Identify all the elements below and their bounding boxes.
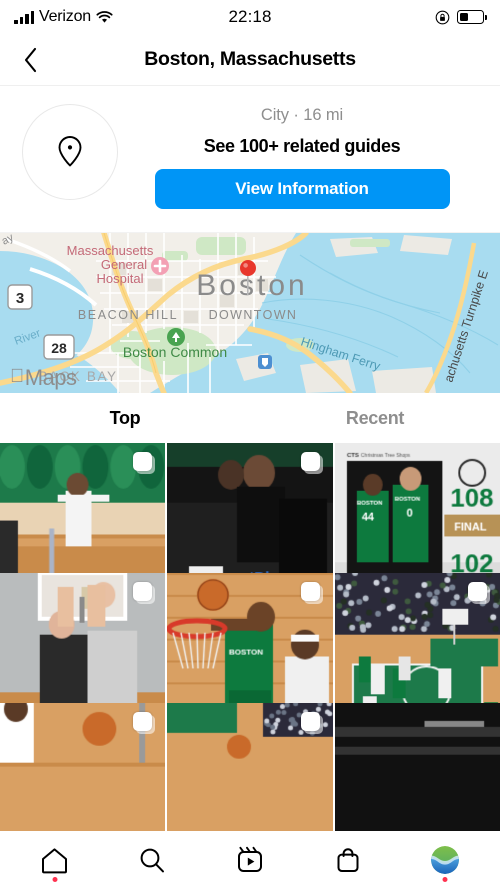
home-badge: [52, 877, 57, 882]
carousel-indicator-icon: [133, 582, 155, 604]
post-grid: [0, 443, 500, 831]
post-partial-court-bottom[interactable]: [167, 703, 332, 831]
content-tabs: Top Recent: [0, 393, 500, 443]
status-bar-right: [435, 10, 484, 25]
svg-text:BEACON HILL: BEACON HILL: [78, 308, 178, 322]
carousel-indicator-icon: [301, 582, 323, 604]
carousel-indicator-icon: [468, 582, 490, 604]
rotation-lock-icon: [435, 10, 450, 25]
map-canvas: 3 28 Massachusetts General Hospital Bost…: [0, 233, 500, 393]
hospital-cross-icon: [151, 257, 169, 275]
nav-search[interactable]: [124, 837, 180, 883]
svg-text:Boston Common: Boston Common: [123, 344, 227, 360]
route-shield-3: 3: [8, 285, 32, 309]
post-thumbnail: [335, 703, 500, 831]
svg-text:DOWNTOWN: DOWNTOWN: [209, 308, 298, 322]
shop-bag-icon: [334, 846, 362, 874]
carousel-indicator-icon: [133, 452, 155, 474]
search-icon: [138, 846, 166, 874]
nav-reels[interactable]: [222, 837, 278, 883]
location-meta: City · 16 mi: [261, 106, 343, 125]
location-details: City · 16 mi See 100+ related guides Vie…: [118, 104, 480, 209]
tab-recent[interactable]: Recent: [250, 393, 500, 443]
carousel-indicator-icon: [133, 712, 155, 734]
profile-avatar-icon: [431, 846, 459, 874]
svg-text:Hospital: Hospital: [97, 271, 144, 286]
nav-bar: Boston, Massachusetts: [0, 34, 500, 86]
nav-home[interactable]: [27, 837, 83, 883]
route-shield-28: 28: [44, 335, 74, 359]
post-partial-player-bottom[interactable]: [0, 703, 165, 831]
reels-icon: [236, 846, 264, 874]
svg-text:General: General: [101, 257, 147, 272]
map-preview[interactable]: 3 28 Massachusetts General Hospital Bost…: [0, 233, 500, 393]
instagram-location-page: Verizon 22:18 Boston, Massachusetts City…: [0, 0, 500, 889]
bottom-navigation: [0, 831, 500, 889]
tab-top[interactable]: Top: [0, 393, 250, 443]
location-avatar: [22, 104, 118, 200]
clock: 22:18: [0, 7, 500, 27]
back-button[interactable]: [8, 34, 54, 85]
view-information-button[interactable]: View Information: [155, 169, 450, 209]
home-icon: [40, 846, 69, 875]
svg-text:3: 3: [16, 290, 24, 307]
profile-badge: [443, 877, 448, 882]
page-title: Boston, Massachusetts: [0, 48, 500, 71]
battery-icon: [457, 10, 484, 24]
status-bar: Verizon 22:18: [0, 0, 500, 34]
svg-text:28: 28: [51, 340, 67, 356]
carousel-indicator-icon: [301, 452, 323, 474]
post-partial-dark-bottom[interactable]: [335, 703, 500, 831]
chevron-left-icon: [23, 47, 39, 73]
nav-profile[interactable]: [417, 837, 473, 883]
map-pin-icon: [53, 132, 87, 172]
carousel-indicator-icon: [301, 712, 323, 734]
transit-station-icon: [258, 355, 272, 369]
nav-shop[interactable]: [320, 837, 376, 883]
svg-text:BACK BAY: BACK BAY: [38, 369, 117, 384]
related-guides-label: See 100+ related guides: [204, 136, 401, 157]
svg-text:Massachusetts: Massachusetts: [67, 243, 154, 258]
location-info-section: City · 16 mi See 100+ related guides Vie…: [0, 86, 500, 233]
